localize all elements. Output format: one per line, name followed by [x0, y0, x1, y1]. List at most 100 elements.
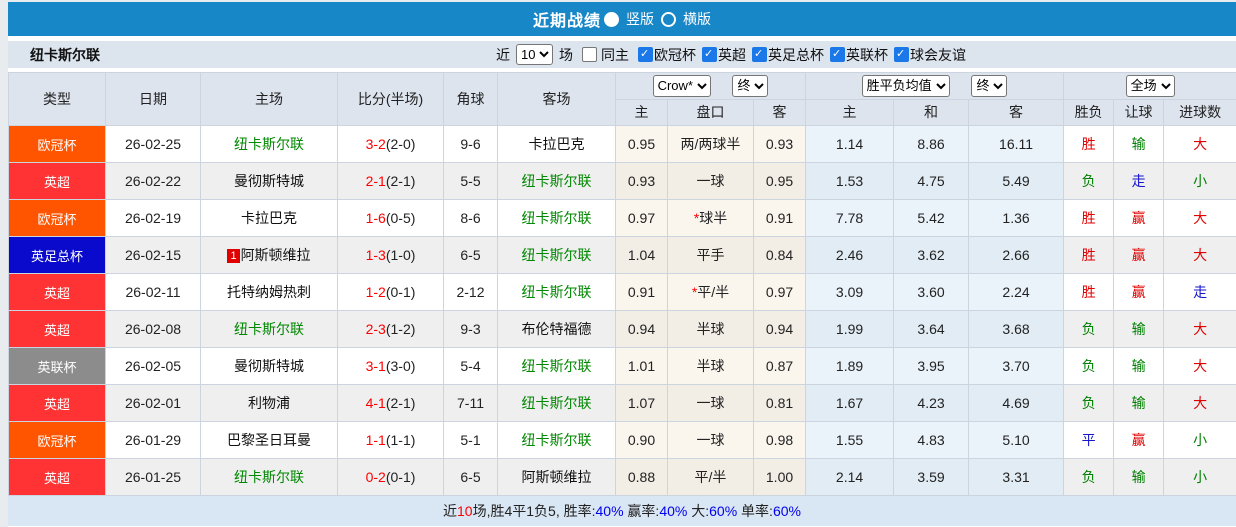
league-checkbox[interactable] — [702, 47, 717, 62]
away-team-cell[interactable]: 纽卡斯尔联 — [498, 200, 616, 237]
team-name-link[interactable]: 纽卡斯尔联 — [522, 210, 592, 226]
team-name-link[interactable]: 纽卡斯尔联 — [522, 395, 592, 411]
odds-home-cell: 0.94 — [616, 311, 668, 348]
home-team-cell[interactable]: 曼彻斯特城 — [201, 163, 338, 200]
team-name-link[interactable]: 卡拉巴克 — [529, 136, 585, 152]
team-name-link[interactable]: 纽卡斯尔联 — [234, 136, 304, 152]
col-header-date: 日期 — [106, 73, 201, 126]
date-cell: 26-02-15 — [106, 237, 201, 274]
halftime-score: (0-1) — [386, 469, 416, 485]
layout-horizontal-label[interactable]: 横版 — [683, 9, 711, 29]
team-name-link[interactable]: 托特纳姆热刺 — [227, 284, 311, 300]
league-checkbox-label[interactable]: 英足总杯 — [768, 47, 824, 63]
layout-vertical-label[interactable]: 竖版 — [626, 9, 654, 29]
goals-result-cell: 大 — [1164, 385, 1236, 422]
mean-lose-cell: 5.49 — [969, 163, 1064, 200]
score-cell: 3-1(3-0) — [338, 348, 444, 385]
result-cell: 胜 — [1064, 274, 1114, 311]
date-cell: 26-01-25 — [106, 459, 201, 496]
team-name-link[interactable]: 曼彻斯特城 — [234, 358, 304, 374]
home-team-cell[interactable]: 纽卡斯尔联 — [201, 311, 338, 348]
goals-result-cell: 小 — [1164, 459, 1236, 496]
team-name-link[interactable]: 纽卡斯尔联 — [234, 321, 304, 337]
fullmatch-select-group: 全场 — [1064, 73, 1236, 100]
mean-stage-select[interactable]: 终 — [971, 75, 1007, 97]
corner-cell: 9-6 — [444, 126, 498, 163]
summary-segment: 40% — [596, 503, 624, 519]
home-team-cell[interactable]: 卡拉巴克 — [201, 200, 338, 237]
halftime-score: (3-0) — [386, 358, 416, 374]
league-checkbox-label[interactable]: 英超 — [718, 47, 746, 63]
mean-lose-cell: 3.31 — [969, 459, 1064, 496]
mean-lose-cell: 3.68 — [969, 311, 1064, 348]
team-name-link[interactable]: 巴黎圣日耳曼 — [227, 432, 311, 448]
result-cell: 胜 — [1064, 126, 1114, 163]
home-team-cell[interactable]: 利物浦 — [201, 385, 338, 422]
league-checkbox[interactable] — [830, 47, 845, 62]
same-home-checkbox[interactable] — [582, 47, 597, 62]
away-team-cell[interactable]: 纽卡斯尔联 — [498, 348, 616, 385]
home-team-cell[interactable]: 1阿斯顿维拉 — [201, 237, 338, 274]
result-cell: 负 — [1064, 311, 1114, 348]
team-name-link[interactable]: 曼彻斯特城 — [234, 173, 304, 189]
odds-home-cell: 1.04 — [616, 237, 668, 274]
layout-radio-vertical[interactable] — [604, 12, 619, 27]
team-name-link[interactable]: 纽卡斯尔联 — [522, 358, 592, 374]
layout-radio-horizontal[interactable] — [661, 12, 676, 27]
league-checkbox-label[interactable]: 球会友谊 — [910, 47, 966, 63]
team-name-link[interactable]: 纽卡斯尔联 — [522, 432, 592, 448]
league-checkbox[interactable] — [638, 47, 653, 62]
home-team-cell[interactable]: 纽卡斯尔联 — [201, 126, 338, 163]
league-badge: 欧冠杯 — [9, 126, 106, 163]
away-team-cell[interactable]: 纽卡斯尔联 — [498, 422, 616, 459]
handicap-result-cell: 输 — [1114, 459, 1164, 496]
home-team-cell[interactable]: 纽卡斯尔联 — [201, 459, 338, 496]
team-name-link[interactable]: 纽卡斯尔联 — [522, 247, 592, 263]
odds-stage-select[interactable]: 终 — [732, 75, 768, 97]
score-cell: 1-6(0-5) — [338, 200, 444, 237]
odds-select-group: Crow* 终 — [616, 73, 806, 100]
away-team-cell[interactable]: 卡拉巴克 — [498, 126, 616, 163]
team-name-link[interactable]: 布伦特福德 — [522, 321, 592, 337]
away-team-cell[interactable]: 阿斯顿维拉 — [498, 459, 616, 496]
mean-win-cell: 1.55 — [806, 422, 894, 459]
halftime-score: (2-1) — [386, 395, 416, 411]
team-name-link[interactable]: 卡拉巴克 — [241, 210, 297, 226]
league-filter-checkboxes: 欧冠杯 英超 英足总杯 英联杯 球会友谊 — [632, 45, 966, 65]
star-icon: * — [694, 210, 699, 226]
home-team-cell[interactable]: 托特纳姆热刺 — [201, 274, 338, 311]
halftime-score: (1-1) — [386, 432, 416, 448]
team-name-link[interactable]: 利物浦 — [248, 395, 290, 411]
away-team-cell[interactable]: 纽卡斯尔联 — [498, 385, 616, 422]
odds-away-cell: 0.91 — [754, 200, 806, 237]
away-team-cell[interactable]: 纽卡斯尔联 — [498, 237, 616, 274]
recent-count-select[interactable]: 10 — [516, 44, 553, 65]
team-name-link[interactable]: 纽卡斯尔联 — [234, 469, 304, 485]
same-home-label[interactable]: 同主 — [601, 45, 629, 65]
team-name-link[interactable]: 纽卡斯尔联 — [522, 173, 592, 189]
team-name-link[interactable]: 纽卡斯尔联 — [522, 284, 592, 300]
away-team-cell[interactable]: 纽卡斯尔联 — [498, 163, 616, 200]
away-team-cell[interactable]: 布伦特福德 — [498, 311, 616, 348]
table-header: 类型 日期 主场 比分(半场) 角球 客场 Crow* 终 胜平负均值 终 全场 — [9, 73, 1236, 126]
mean-type-select[interactable]: 胜平负均值 — [862, 75, 950, 97]
mean-lose-cell: 1.36 — [969, 200, 1064, 237]
league-checkbox[interactable] — [752, 47, 767, 62]
away-team-cell[interactable]: 纽卡斯尔联 — [498, 274, 616, 311]
mean-draw-cell: 5.42 — [894, 200, 969, 237]
league-checkbox-label[interactable]: 欧冠杯 — [654, 47, 696, 63]
result-cell: 负 — [1064, 459, 1114, 496]
bookmaker-select[interactable]: Crow* — [653, 75, 711, 97]
mean-win-cell: 1.67 — [806, 385, 894, 422]
red-card-badge: 1 — [227, 249, 239, 263]
team-name-link[interactable]: 阿斯顿维拉 — [522, 469, 592, 485]
fulltime-score: 4-1 — [366, 395, 386, 411]
home-team-cell[interactable]: 曼彻斯特城 — [201, 348, 338, 385]
league-checkbox-label[interactable]: 英联杯 — [846, 47, 888, 63]
handicap-cell: *球半 — [668, 200, 754, 237]
mean-lose-cell: 2.24 — [969, 274, 1064, 311]
league-checkbox[interactable] — [894, 47, 909, 62]
home-team-cell[interactable]: 巴黎圣日耳曼 — [201, 422, 338, 459]
team-name-link[interactable]: 阿斯顿维拉 — [241, 247, 311, 263]
fullmatch-select[interactable]: 全场 — [1126, 75, 1175, 97]
